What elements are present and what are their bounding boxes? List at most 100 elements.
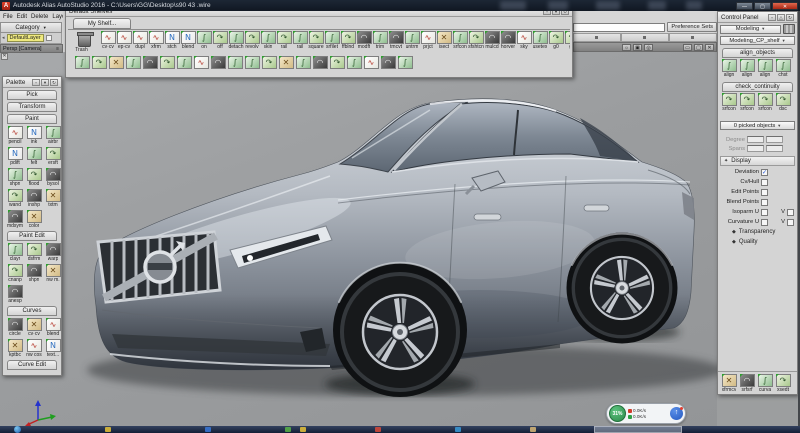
window-titlebar[interactable]: A Autodesk Alias AutoStudio 2016 - C:\Us… (0, 0, 800, 11)
tool-button[interactable]: ✕xfrmcv (721, 374, 737, 393)
tool-button[interactable]: ↷srfcon (721, 93, 737, 112)
tool-button[interactable]: ↷ (261, 56, 277, 69)
tool-button[interactable]: ◠mdsym (7, 210, 23, 229)
tool-button[interactable]: ↷cnanp (7, 264, 23, 283)
tool-button[interactable]: Ntext... (45, 339, 61, 358)
tool-button[interactable]: ∫trim (372, 31, 388, 50)
checkbox-curvature-u[interactable] (761, 219, 768, 226)
tool-button[interactable]: ∫skin (260, 31, 276, 50)
tool-button[interactable]: ∫ (346, 56, 362, 69)
checkbox-edit-points[interactable] (761, 189, 768, 196)
tool-button[interactable]: ✕cv·cv (26, 318, 42, 337)
tool-button[interactable]: ∫airbr (45, 126, 61, 145)
degree-v-field[interactable] (766, 136, 783, 143)
palette-window[interactable]: Palette ▫ ▾ ↻ PickTransformPaint∿pencilN… (2, 76, 62, 376)
layer-toggle-box[interactable] (46, 35, 52, 41)
system-monitor-overlay[interactable]: 31% 0.0K/s 0.0K/s ↑ (606, 403, 686, 424)
tool-button[interactable]: ∫srfcon (452, 31, 468, 50)
tool-button[interactable]: ↷wand (7, 189, 23, 208)
tool-button[interactable]: ↷square (308, 31, 324, 50)
tool-button[interactable]: ◠anesp (7, 285, 23, 304)
tool-button[interactable]: ↷revolv (244, 31, 260, 50)
layer-visibility-checkbox[interactable]: ✕ (1, 53, 8, 60)
tool-button[interactable]: ↷g0 (548, 31, 564, 50)
cp-trash-icon[interactable] (783, 24, 795, 34)
tool-button[interactable]: ◠modft (356, 31, 372, 50)
palette-tab-align-objects[interactable]: align_objects (722, 48, 793, 58)
tool-button[interactable]: Nstch (164, 31, 180, 50)
viewport-minimize-icon[interactable]: ▭ (683, 44, 692, 51)
taskbar-app-icon[interactable] (285, 427, 291, 432)
tool-button[interactable]: ∫ (227, 56, 243, 69)
tool-button[interactable]: ◠inshp (26, 189, 42, 208)
tool-button[interactable]: ∫ (397, 56, 413, 69)
palette-tab-paint-edit[interactable]: Paint Edit (7, 231, 57, 241)
palette-cycle-icon[interactable]: ↻ (50, 79, 58, 86)
picked-objects-dropdown[interactable]: 0 picked objects▼ (720, 121, 795, 130)
tool-button[interactable]: ∿nw cos (26, 339, 42, 358)
tool-button[interactable]: ∫untrm (404, 31, 420, 50)
layer-bar[interactable]: ◂ DefaultLayer (0, 33, 62, 44)
tool-button[interactable]: ↷off (212, 31, 228, 50)
display-section-header[interactable]: ✦ Display (720, 156, 795, 166)
cp-collapse-icon[interactable]: △ (777, 14, 785, 21)
tool-button[interactable]: ∿xfrm (148, 31, 164, 50)
tool-button[interactable]: ∫curva (757, 374, 773, 393)
tool-button[interactable]: ◠ (312, 56, 328, 69)
perspective-viewport[interactable] (0, 52, 717, 426)
taskbar-app-icon[interactable] (105, 427, 111, 432)
checkbox-v[interactable] (787, 209, 794, 216)
tool-button[interactable]: ∫align (739, 59, 755, 78)
control-panel-titlebar[interactable]: Control Panel ▫ △ ↻ (718, 12, 797, 23)
tool-button[interactable]: ✕ (278, 56, 294, 69)
tool-button[interactable]: ✕isect (436, 31, 452, 50)
tool-button[interactable]: ◠srfsrf (739, 374, 755, 393)
cp-dock-icon[interactable]: ▫ (768, 14, 776, 21)
tool-button[interactable]: ∿sky (516, 31, 532, 50)
tool-button[interactable]: ↷flood (26, 168, 42, 187)
shelf-tab-my-shelf[interactable]: My Shelf... (73, 18, 131, 29)
tool-button[interactable]: ↷sfshtcn (468, 31, 484, 50)
palette-tab-check-continuity[interactable]: check_continuity (722, 82, 793, 92)
close-button[interactable]: ✕ (772, 2, 798, 10)
viewport-header-left[interactable]: Persp [Camera] ≡ (0, 44, 63, 53)
shelf-trash[interactable]: Trash (73, 33, 95, 53)
tool-button[interactable]: ↷srfcon (739, 93, 755, 112)
tool-button[interactable]: ✕txtm (45, 189, 61, 208)
tool-button[interactable]: ↷ffblnd (340, 31, 356, 50)
tool-button[interactable]: ∫on (196, 31, 212, 50)
tool-button[interactable]: ∿ (363, 56, 379, 69)
tool-button[interactable]: ◠shpn (26, 264, 42, 283)
tool-button[interactable]: ◠bysol (45, 168, 61, 187)
tool-button[interactable]: ↷ (91, 56, 107, 69)
tool-button[interactable]: ∫align (721, 59, 737, 78)
tool-button[interactable]: ↷ (329, 56, 345, 69)
tool-button[interactable]: ◠warp (45, 243, 61, 262)
tool-button[interactable]: ↷dsfrm (26, 243, 42, 262)
default-shelves-window[interactable]: Default Shelves ▫ ▾ ↻ My Shelf... Trash … (65, 5, 573, 78)
tool-button[interactable]: ↷ (159, 56, 175, 69)
tool-button[interactable]: ◠mulcd (484, 31, 500, 50)
tool-button[interactable]: ∿pencil (7, 126, 23, 145)
layer-category-dropdown[interactable]: Category ▼ (0, 22, 62, 33)
checkbox-blend-points[interactable] (761, 199, 768, 206)
control-panel-window[interactable]: Control Panel ▫ △ ↻ Modeling▼ Modeling_C… (717, 11, 798, 395)
section-row-quality[interactable]: ◆Quality (718, 237, 797, 247)
tool-button[interactable]: ✕ (108, 56, 124, 69)
palette-tab-curve-edit[interactable]: Curve Edit (7, 360, 57, 370)
viewport-close-icon[interactable]: ✕ (705, 44, 714, 51)
magnify-icon[interactable]: ◎ (644, 44, 653, 51)
tool-button[interactable]: ↷dsc (775, 93, 791, 112)
taskbar-app-icon[interactable] (205, 427, 211, 432)
spans-v-field[interactable] (766, 145, 783, 152)
maximize-button[interactable]: ▢ (754, 2, 771, 10)
tool-button[interactable]: ∫ (295, 56, 311, 69)
tool-button[interactable]: ∿blend (45, 318, 61, 337)
scroll-left-icon[interactable]: ◂ (2, 35, 5, 41)
tool-button[interactable]: ◠horver (500, 31, 516, 50)
prompt-line-input[interactable] (573, 23, 665, 32)
tool-button[interactable]: ◠circle (7, 318, 23, 337)
tool-button[interactable]: ∫ (125, 56, 141, 69)
tool-button[interactable]: ∿cv·cv (100, 31, 116, 50)
tool-button[interactable]: ∫clayr (7, 243, 23, 262)
